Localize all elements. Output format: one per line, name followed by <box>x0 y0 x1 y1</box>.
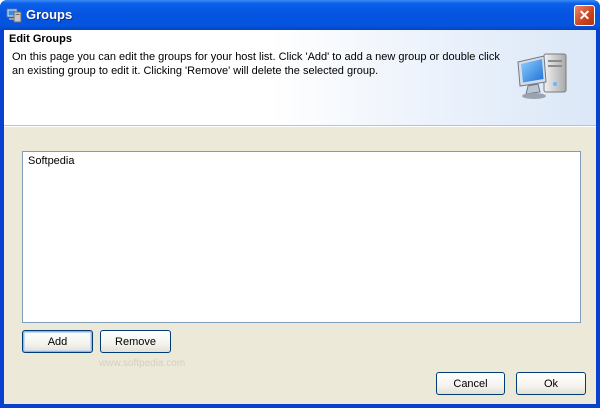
wizard-header: Edit Groups On this page you can edit th… <box>4 30 596 126</box>
groups-app-icon <box>6 8 22 23</box>
watermark-text: www.softpedia.com <box>99 358 186 369</box>
window-title: Groups <box>26 7 73 22</box>
header-divider <box>4 126 596 127</box>
window-frame-right <box>596 30 600 408</box>
window-frame-bottom <box>0 404 600 408</box>
add-button-label: Add <box>47 335 68 348</box>
computer-icon <box>517 53 567 99</box>
dialog-window: Groups ✕ Edit Groups On this page you ca… <box>0 0 600 408</box>
page-title: Edit Groups <box>9 33 72 45</box>
remove-button-label: Remove <box>115 335 156 348</box>
ok-button[interactable]: Ok <box>516 372 586 395</box>
close-button[interactable]: ✕ <box>574 5 595 26</box>
add-button[interactable]: Add <box>22 330 93 353</box>
close-icon: ✕ <box>578 7 591 23</box>
ok-button-label: Ok <box>543 377 559 390</box>
dialog-client-area: Edit Groups On this page you can edit th… <box>4 30 596 404</box>
remove-button[interactable]: Remove <box>100 330 171 353</box>
title-bar[interactable]: Groups ✕ <box>0 0 600 30</box>
cancel-button-label: Cancel <box>453 377 488 390</box>
list-item[interactable]: Softpedia <box>26 154 76 168</box>
cancel-button[interactable]: Cancel <box>436 372 505 395</box>
groups-listbox[interactable]: Softpedia <box>22 151 581 323</box>
page-description: On this page you can edit the groups for… <box>12 51 500 77</box>
